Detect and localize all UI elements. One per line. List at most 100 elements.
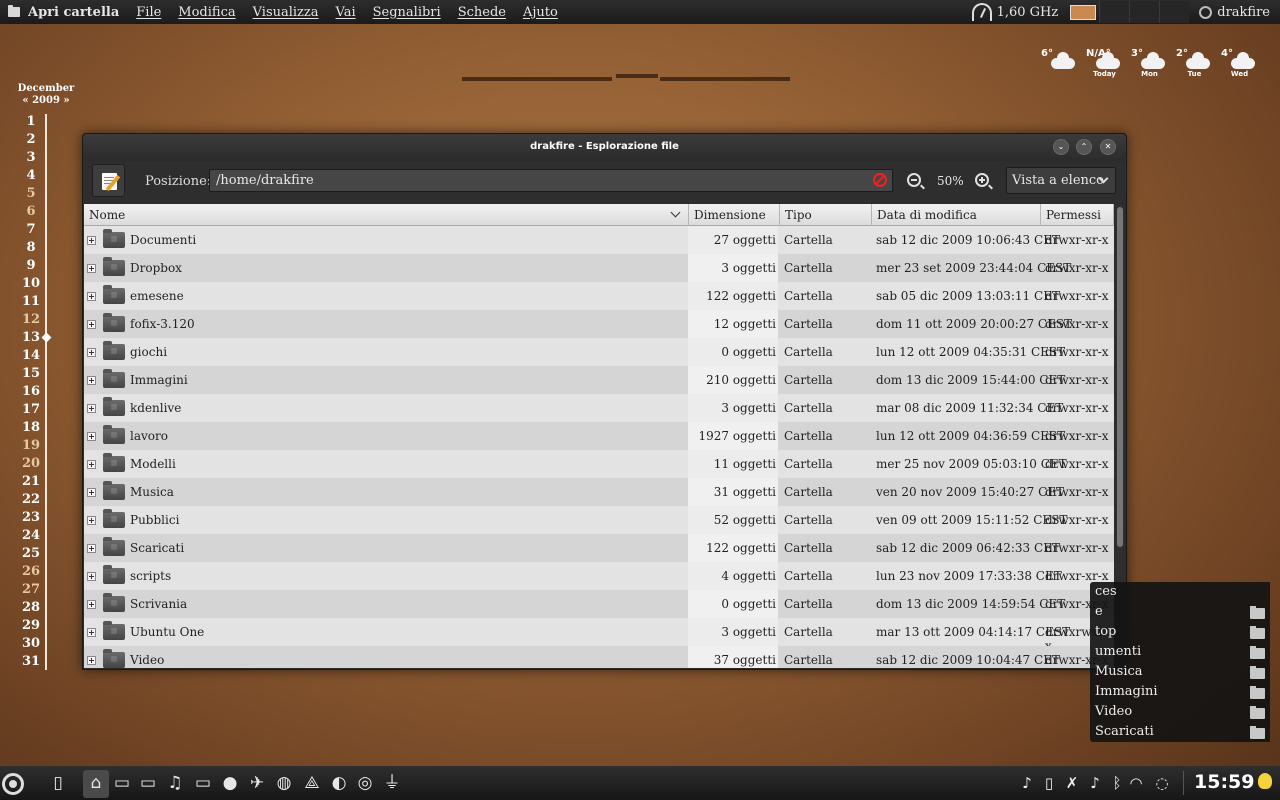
menu-vai[interactable]: Vai xyxy=(336,5,356,20)
workspace-3[interactable] xyxy=(1159,1,1190,23)
table-row[interactable]: Dropbox 3 oggetti Cartella mer 23 set 2009 … xyxy=(84,254,1114,282)
home-icon[interactable]: ⌂ xyxy=(86,773,106,793)
places-item[interactable]: ces xyxy=(1095,584,1267,604)
table-row[interactable]: Documenti 27 oggetti Cartella sab 12 dic 20… xyxy=(84,226,1114,254)
expand-icon[interactable] xyxy=(87,404,96,413)
table-row[interactable]: Pubblici 52 oggetti Cartella ven 09 ott 200… xyxy=(84,506,1114,534)
calendar-day[interactable]: 24 xyxy=(18,527,44,545)
calendar-day[interactable]: 19 xyxy=(18,437,44,455)
monitor-icon[interactable]: ▭ xyxy=(193,773,213,793)
calendar-day[interactable]: 7 xyxy=(18,221,44,239)
table-row[interactable]: Ubuntu One 3 oggetti Cartella mar 13 ott 20… xyxy=(84,618,1114,653)
menu-schede[interactable]: Schede xyxy=(458,5,506,20)
calendar-day[interactable]: 21 xyxy=(18,473,44,491)
workspace-2[interactable] xyxy=(1129,1,1160,23)
calendar-day[interactable]: 23 xyxy=(18,509,44,527)
cpu-meter[interactable] xyxy=(1070,4,1097,20)
places-item[interactable]: e xyxy=(1095,604,1267,624)
expand-icon[interactable] xyxy=(87,488,96,497)
app-title[interactable]: Apri cartella xyxy=(28,5,119,20)
menu-file[interactable]: File xyxy=(136,5,161,20)
zoom-out-icon[interactable] xyxy=(907,173,925,190)
network-icon[interactable]: ✗ xyxy=(1063,774,1081,792)
calendar-day[interactable]: 31 xyxy=(18,653,44,671)
window-titlebar[interactable]: drakfire - Esplorazione file ⌄ ⌃ ✕ xyxy=(83,134,1126,161)
expand-icon[interactable] xyxy=(87,236,96,245)
view-mode-select[interactable]: Vista a elenco xyxy=(1006,167,1116,194)
folder-launcher-icon[interactable]: ▭ xyxy=(138,773,158,793)
column-nome[interactable]: Nome xyxy=(84,204,689,226)
disc-icon[interactable]: ◐ xyxy=(329,773,349,793)
lightbulb-icon[interactable] xyxy=(1258,773,1272,789)
table-row[interactable]: Video 37 oggetti Cartella sab 12 dic 2009 1… xyxy=(84,646,1114,668)
firefox-icon[interactable]: ◍ xyxy=(274,773,294,793)
clear-location-icon[interactable] xyxy=(873,173,887,187)
calendar-day[interactable]: 18 xyxy=(18,419,44,437)
workspace-1[interactable] xyxy=(1099,1,1130,23)
calendar-day[interactable]: 17 xyxy=(18,401,44,419)
table-row[interactable]: Modelli 11 oggetti Cartella mer 25 nov 2009… xyxy=(84,450,1114,478)
column-permessi[interactable]: Permessi xyxy=(1041,204,1114,226)
places-item[interactable]: Musica xyxy=(1095,664,1267,684)
usb-icon[interactable]: ⏚ xyxy=(382,773,402,793)
ubuntu-tray-icon[interactable]: ◌ xyxy=(1153,774,1171,792)
table-row[interactable]: kdenlive 3 oggetti Cartella mar 08 dic 2009… xyxy=(84,394,1114,422)
headphones-icon[interactable]: ◠ xyxy=(1127,774,1145,792)
table-row[interactable]: fofix-3.120 12 oggetti Cartella dom 11 ott … xyxy=(84,310,1114,338)
calendar-day[interactable]: 20 xyxy=(18,455,44,473)
column-dimensione[interactable]: Dimensione xyxy=(689,204,780,226)
music-note-icon[interactable]: ♫ xyxy=(165,773,185,793)
table-row[interactable]: emesene 122 oggetti Cartella sab 05 dic 200… xyxy=(84,282,1114,310)
calendar-day[interactable]: 6 xyxy=(18,203,44,221)
expand-icon[interactable] xyxy=(87,348,96,357)
menu-ajuto[interactable]: Ajuto xyxy=(523,5,558,20)
calendar-day[interactable]: 14 xyxy=(18,347,44,365)
music-folder-icon[interactable]: ▭ xyxy=(112,773,132,793)
calendar-year-nav[interactable]: « 2009 » xyxy=(14,95,78,107)
expand-icon[interactable] xyxy=(87,432,96,441)
calendar-day[interactable]: 29 xyxy=(18,617,44,635)
expand-icon[interactable] xyxy=(87,264,96,273)
calendar-day[interactable]: 8 xyxy=(18,239,44,257)
calendar-day[interactable]: 25 xyxy=(18,545,44,563)
calendar-day[interactable]: 10 xyxy=(18,275,44,293)
places-item[interactable]: top xyxy=(1095,624,1267,644)
trash-icon[interactable]: ▯ xyxy=(48,773,68,793)
music-tray-icon[interactable]: ♪ xyxy=(1018,774,1036,792)
calendar-day[interactable]: 9 xyxy=(18,257,44,275)
column-tipo[interactable]: Tipo xyxy=(780,204,872,226)
edit-location-button[interactable] xyxy=(92,164,125,197)
places-item[interactable]: Video xyxy=(1095,704,1267,724)
close-button[interactable]: ✕ xyxy=(1100,139,1116,155)
calendar-day[interactable]: 3 xyxy=(18,149,44,167)
calendar-day[interactable]: 4 xyxy=(18,167,44,185)
minimize-button[interactable]: ⌄ xyxy=(1053,139,1069,155)
places-item[interactable]: umenti xyxy=(1095,644,1267,664)
menu-modifica[interactable]: Modifica xyxy=(178,5,235,20)
expand-icon[interactable] xyxy=(87,320,96,329)
calendar-day[interactable]: 26 xyxy=(18,563,44,581)
table-row[interactable]: Scaricati 122 oggetti Cartella sab 12 dic 2… xyxy=(84,534,1114,562)
calendar-day[interactable]: 13 xyxy=(18,329,44,347)
expand-icon[interactable] xyxy=(87,292,96,301)
calendar-day[interactable]: 5 xyxy=(18,185,44,203)
cpu-frequency[interactable]: 1,60 GHz xyxy=(997,5,1059,20)
bluetooth-icon[interactable]: ᛒ xyxy=(1108,774,1126,792)
table-row[interactable]: giochi 0 oggetti Cartella lun 12 ott 2009 0… xyxy=(84,338,1114,366)
expand-icon[interactable] xyxy=(87,572,96,581)
calendar-day[interactable]: 28 xyxy=(18,599,44,617)
table-row[interactable]: Immagini 210 oggetti Cartella dom 13 dic 20… xyxy=(84,366,1114,394)
transmission-icon[interactable]: ⟁ xyxy=(302,773,322,793)
calendar-day[interactable]: 15 xyxy=(18,365,44,383)
expand-icon[interactable] xyxy=(87,516,96,525)
expand-icon[interactable] xyxy=(87,628,96,637)
location-input[interactable]: /home/drakfire xyxy=(209,169,893,192)
places-item[interactable]: Immagini xyxy=(1095,684,1267,704)
expand-icon[interactable] xyxy=(87,656,96,665)
cpu-gauge-icon[interactable] xyxy=(971,3,992,21)
user-menu[interactable]: drakfire xyxy=(1199,5,1270,20)
volume-icon[interactable]: ♪ xyxy=(1086,774,1104,792)
table-row[interactable]: lavoro 1927 oggetti Cartella lun 12 ott 200… xyxy=(84,422,1114,450)
menu-segnalibri[interactable]: Segnalibri xyxy=(373,5,441,20)
calendar-day[interactable]: 1 xyxy=(18,113,44,131)
